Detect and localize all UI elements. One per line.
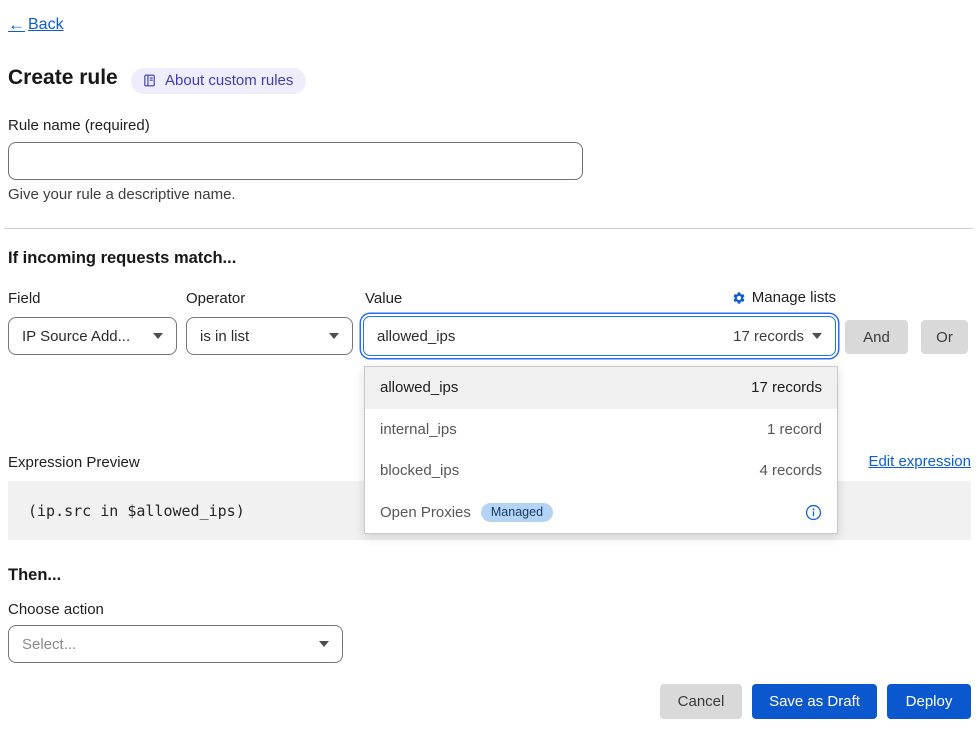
rule-name-input[interactable]: [8, 142, 583, 180]
then-section-heading: Then...: [8, 566, 61, 585]
save-as-draft-button[interactable]: Save as Draft: [752, 684, 877, 719]
and-button[interactable]: And: [845, 320, 908, 354]
about-badge-label: About custom rules: [165, 72, 293, 89]
book-icon: [142, 73, 157, 88]
choose-action-label: Choose action: [8, 601, 104, 618]
rule-name-helper: Give your rule a descriptive name.: [8, 186, 236, 203]
field-column-label: Field: [8, 290, 41, 307]
back-link[interactable]: ←Back: [8, 15, 64, 35]
list-item-name: internal_ips: [380, 421, 457, 438]
list-item-blocked-ips[interactable]: blocked_ips 4 records: [365, 450, 837, 492]
action-select[interactable]: Select...: [8, 625, 343, 663]
operator-select[interactable]: is in list: [186, 317, 353, 355]
match-section-heading: If incoming requests match...: [8, 249, 236, 268]
chevron-down-icon: [153, 333, 163, 339]
back-arrow-icon: ←: [8, 15, 25, 35]
expression-preview-label: Expression Preview: [8, 454, 140, 471]
value-dropdown-menu: allowed_ips 17 records internal_ips 1 re…: [364, 366, 838, 534]
list-item-records: 1 record: [767, 421, 822, 438]
field-select-value: IP Source Add...: [22, 328, 130, 345]
field-select[interactable]: IP Source Add...: [8, 317, 177, 355]
about-custom-rules-badge[interactable]: About custom rules: [131, 68, 306, 94]
deploy-button[interactable]: Deploy: [887, 684, 971, 719]
list-item-internal-ips[interactable]: internal_ips 1 record: [365, 409, 837, 451]
edit-expression-link[interactable]: Edit expression: [868, 453, 971, 470]
page-title: Create rule: [8, 66, 118, 90]
value-select[interactable]: allowed_ips 17 records: [363, 316, 836, 356]
list-item-open-proxies[interactable]: Open Proxies Managed: [365, 492, 837, 534]
chevron-down-icon: [812, 333, 822, 339]
rule-name-label: Rule name (required): [8, 117, 150, 134]
list-item-name: blocked_ips: [380, 462, 459, 479]
back-link-label: Back: [28, 16, 64, 34]
value-select-records: 17 records: [733, 328, 804, 345]
action-select-placeholder: Select...: [22, 636, 76, 653]
section-divider: [4, 228, 973, 229]
create-rule-page: ←Back Create rule About custom rules Rul…: [0, 0, 979, 739]
value-select-name: allowed_ips: [377, 328, 455, 345]
list-item-allowed-ips[interactable]: allowed_ips 17 records: [365, 367, 837, 409]
list-item-name: Open Proxies: [380, 504, 471, 521]
value-column-label: Value: [365, 290, 402, 307]
or-button[interactable]: Or: [921, 320, 968, 354]
cancel-button[interactable]: Cancel: [660, 684, 742, 719]
manage-lists-link[interactable]: Manage lists: [732, 289, 836, 306]
chevron-down-icon: [329, 333, 339, 339]
list-item-records: 17 records: [751, 379, 822, 396]
list-item-name: allowed_ips: [380, 379, 458, 396]
operator-column-label: Operator: [186, 290, 245, 307]
list-item-records: 4 records: [759, 462, 822, 479]
info-icon[interactable]: [805, 504, 822, 521]
gear-icon: [732, 291, 746, 305]
manage-lists-label: Manage lists: [752, 289, 836, 306]
operator-select-value: is in list: [200, 328, 249, 345]
managed-badge: Managed: [481, 503, 553, 523]
chevron-down-icon: [319, 641, 329, 647]
expression-code: (ip.src in $allowed_ips): [28, 502, 245, 520]
